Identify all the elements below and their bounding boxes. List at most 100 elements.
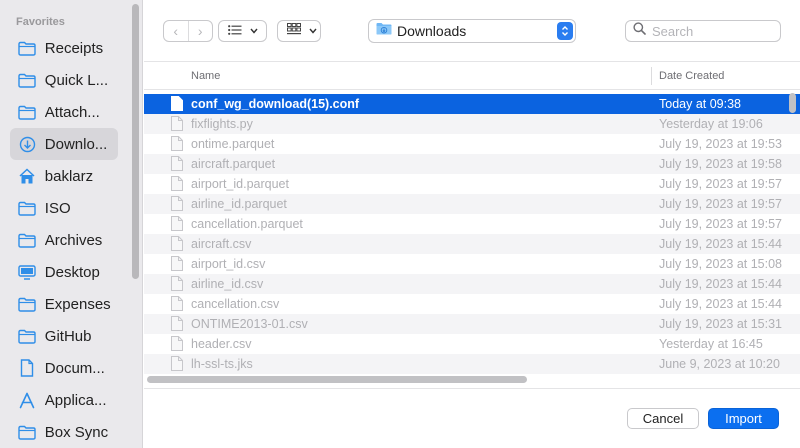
file-row[interactable]: airport_id.parquet July 19, 2023 at 19:57 — [144, 174, 800, 194]
file-icon — [171, 196, 183, 211]
file-icon — [171, 276, 183, 291]
cancel-button[interactable]: Cancel — [627, 408, 699, 429]
file-name: aircraft.parquet — [191, 157, 276, 171]
location-label: Downloads — [397, 23, 467, 39]
sidebar-item[interactable]: Applica... — [10, 384, 118, 416]
file-date: July 19, 2023 at 19:58 — [659, 157, 783, 171]
sidebar-item[interactable]: Docum... — [10, 352, 118, 384]
file-date: July 19, 2023 at 19:57 — [659, 197, 783, 211]
folder-icon — [18, 294, 37, 314]
sidebar-item-label: Downlo... — [44, 135, 108, 153]
folder-icon — [18, 198, 37, 218]
downloads-folder-icon — [376, 22, 392, 40]
file-row[interactable]: airline_id.parquet July 19, 2023 at 19:57 — [144, 194, 800, 214]
sidebar-item-label: Expenses — [44, 295, 111, 313]
vertical-scrollbar[interactable] — [789, 93, 796, 113]
file-row[interactable]: conf_wg_download(15).conf Today at 09:38 — [144, 94, 800, 114]
import-button[interactable]: Import — [708, 408, 779, 429]
sidebar-item-label: GitHub — [44, 327, 92, 345]
column-divider[interactable] — [651, 67, 652, 85]
file-browser: Name Date Created conf_wg_download(15).c… — [144, 63, 800, 388]
file-row[interactable]: cancellation.csv July 19, 2023 at 15:44 — [144, 294, 800, 314]
file-row[interactable]: aircraft.parquet July 19, 2023 at 19:58 — [144, 154, 800, 174]
sidebar-item-label: baklarz — [44, 167, 94, 185]
sidebar-item[interactable]: baklarz — [10, 160, 118, 192]
file-icon — [171, 336, 183, 351]
location-popup[interactable]: Downloads — [368, 19, 576, 43]
file-name: header.csv — [191, 337, 252, 351]
file-icon — [171, 116, 183, 131]
file-icon — [171, 356, 183, 371]
file-row[interactable]: lh-ssl-ts.jks June 9, 2023 at 10:20 — [144, 354, 800, 374]
sidebar-item[interactable]: Receipts — [10, 32, 118, 64]
list-view-button[interactable] — [218, 20, 267, 42]
sidebar-item-label: Applica... — [44, 391, 107, 409]
sidebar-item-label: Box Sync — [44, 423, 109, 441]
search-input[interactable] — [652, 23, 772, 39]
file-row[interactable]: airport_id.csv July 19, 2023 at 15:08 — [144, 254, 800, 274]
home-icon — [18, 166, 37, 186]
file-name: conf_wg_download(15).conf — [191, 97, 360, 111]
file-icon — [171, 256, 183, 271]
file-date: July 19, 2023 at 15:31 — [659, 317, 783, 331]
horizontal-scrollbar[interactable] — [147, 376, 527, 383]
toolbar: ‹ › Downloads Search — [144, 0, 800, 62]
sidebar-item[interactable]: Quick L... — [10, 64, 118, 96]
sidebar-item[interactable]: Archives — [10, 224, 118, 256]
sidebar-item[interactable]: Downlo... — [10, 128, 118, 160]
file-icon — [171, 96, 183, 111]
popup-stepper-icon — [557, 22, 573, 40]
file-date: July 19, 2023 at 19:53 — [659, 137, 783, 151]
column-date-header[interactable]: Date Created — [659, 70, 724, 82]
file-date: July 19, 2023 at 19:57 — [659, 177, 783, 191]
chevron-down-icon — [309, 27, 317, 36]
folder-icon — [18, 102, 37, 122]
search-icon — [633, 22, 646, 40]
sidebar-item[interactable]: GitHub — [10, 320, 118, 352]
forward-button[interactable]: › — [187, 21, 213, 41]
file-name: ontime.parquet — [191, 137, 275, 151]
file-date: July 19, 2023 at 15:44 — [659, 277, 783, 291]
file-icon — [171, 296, 183, 311]
file-icon — [171, 236, 183, 251]
folder-icon — [18, 70, 37, 90]
file-name: fixflights.py — [191, 117, 253, 131]
file-row[interactable]: cancellation.parquet July 19, 2023 at 19:… — [144, 214, 800, 234]
chevron-down-icon — [250, 27, 258, 36]
file-date: July 19, 2023 at 15:44 — [659, 237, 783, 251]
sidebar-item[interactable]: Box Sync — [10, 416, 118, 448]
file-name: cancellation.parquet — [191, 217, 303, 231]
file-date: July 19, 2023 at 15:08 — [659, 257, 783, 271]
file-row[interactable]: ontime.parquet July 19, 2023 at 19:53 — [144, 134, 800, 154]
sidebar-item[interactable]: Attach... — [10, 96, 118, 128]
file-row[interactable]: aircraft.csv July 19, 2023 at 15:44 — [144, 234, 800, 254]
folder-icon — [18, 230, 37, 250]
file-name: ONTIME2013-01.csv — [191, 317, 308, 331]
folder-icon — [18, 326, 37, 346]
file-row[interactable]: ONTIME2013-01.csv July 19, 2023 at 15:31 — [144, 314, 800, 334]
sidebar-item[interactable]: Desktop — [10, 256, 118, 288]
file-row[interactable]: airline_id.csv July 19, 2023 at 15:44 — [144, 274, 800, 294]
sidebar-scrollbar[interactable] — [132, 4, 139, 279]
back-button[interactable]: ‹ — [164, 21, 188, 41]
sidebar-list: Receipts Quick L... Attach... Downlo... bakl… — [0, 32, 130, 448]
column-name-header[interactable]: Name — [191, 70, 220, 82]
file-icon — [171, 136, 183, 151]
chevron-right-icon: › — [197, 23, 203, 39]
sidebar-item[interactable]: Expenses — [10, 288, 118, 320]
search-field[interactable] — [625, 20, 781, 42]
file-row[interactable]: fixflights.py Yesterday at 19:06 — [144, 114, 800, 134]
group-view-button[interactable] — [277, 20, 321, 42]
navigation-buttons: ‹ › — [163, 20, 213, 42]
file-date: July 19, 2023 at 15:44 — [659, 297, 783, 311]
sidebar-item-label: Desktop — [44, 263, 100, 281]
column-header: Name Date Created — [144, 63, 800, 90]
sidebar-item[interactable]: ISO — [10, 192, 118, 224]
sidebar-item-label: Quick L... — [44, 71, 109, 89]
folder-icon — [18, 38, 37, 58]
file-date: June 9, 2023 at 10:20 — [659, 357, 780, 371]
chevron-left-icon: ‹ — [173, 23, 179, 39]
sidebar: Favorites Receipts Quick L... Attach... Dow… — [0, 0, 143, 448]
file-row[interactable]: header.csv Yesterday at 16:45 — [144, 334, 800, 354]
file-name: airport_id.csv — [191, 257, 266, 271]
